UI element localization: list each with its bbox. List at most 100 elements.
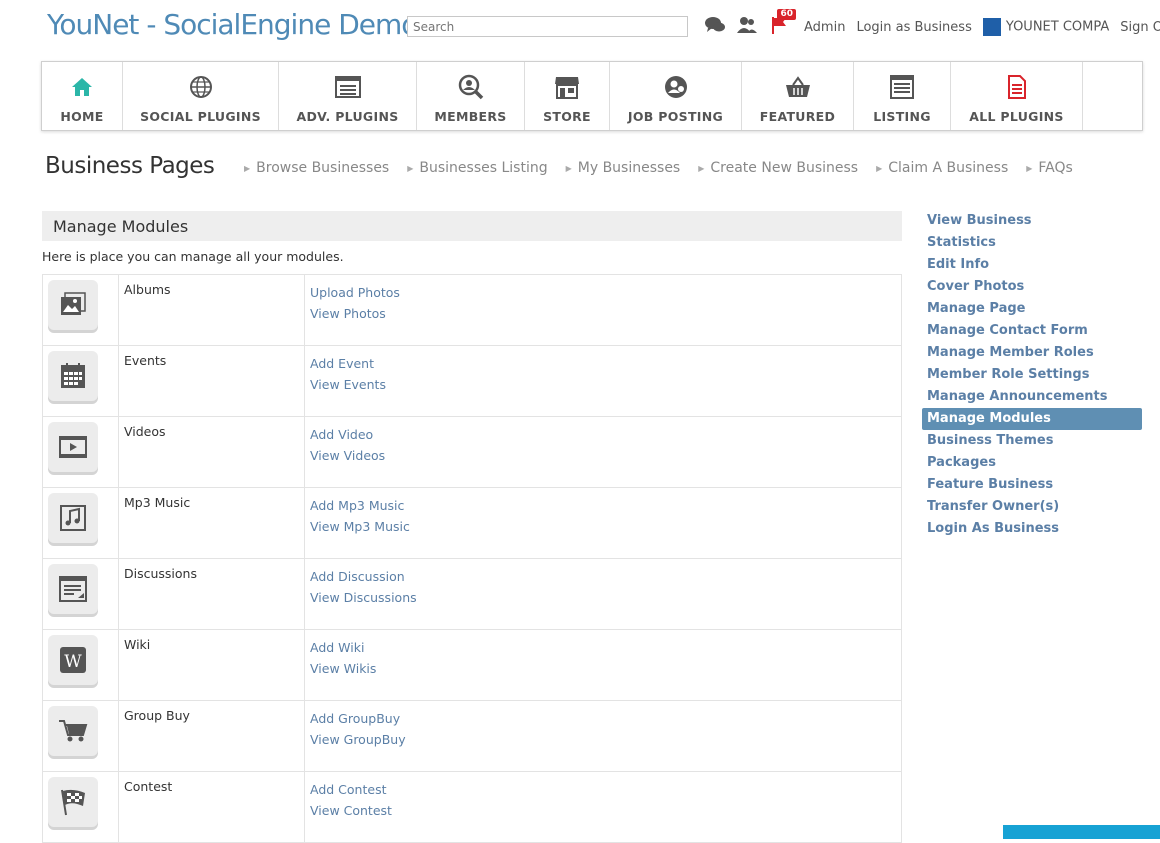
discussion-icon [48, 564, 98, 614]
sidebar-item-manage-announcements[interactable]: Manage Announcements [922, 386, 1142, 408]
module-row-group-buy: Group Buy Add GroupBuy View GroupBuy [42, 700, 902, 772]
sidebar-item-manage-modules[interactable]: Manage Modules [922, 408, 1142, 430]
add-event-link[interactable]: Add Event [310, 353, 896, 374]
nav-listing[interactable]: LISTING [854, 62, 951, 130]
view-contest-link[interactable]: View Contest [310, 800, 896, 821]
arrow-right-icon: ▶ [565, 163, 572, 173]
arrow-right-icon: ▶ [407, 163, 414, 173]
nav-all-plugins[interactable]: ALL PLUGINS [951, 62, 1083, 130]
subnav-browse-businesses[interactable]: ▶ Browse Businesses [244, 160, 389, 176]
sidebar-item-manage-page[interactable]: Manage Page [922, 298, 1142, 320]
chat-tab[interactable] [1003, 825, 1160, 839]
globe-icon [188, 74, 214, 100]
view-discussions-link[interactable]: View Discussions [310, 587, 896, 608]
sidebar-item-business-themes[interactable]: Business Themes [922, 430, 1142, 452]
login-as-business-link[interactable]: Login as Business [856, 20, 971, 35]
add-video-link[interactable]: Add Video [310, 424, 896, 445]
arrow-right-icon: ▶ [698, 163, 705, 173]
store-icon [554, 74, 580, 100]
module-name: Mp3 Music [118, 487, 305, 559]
video-icon [48, 422, 98, 472]
search-input[interactable] [407, 16, 688, 37]
sidebar-item-manage-member-roles[interactable]: Manage Member Roles [922, 342, 1142, 364]
business-subnav: ▶ Browse Businesses ▶ Businesses Listing ▶… [244, 160, 1091, 176]
module-name: Videos [118, 416, 305, 488]
sidebar-item-view-business[interactable]: View Business [922, 210, 1142, 232]
nav-store[interactable]: STORE [525, 62, 610, 130]
add-discussion-link[interactable]: Add Discussion [310, 566, 896, 587]
nav-adv-plugins[interactable]: ADV. PLUGINS [279, 62, 417, 130]
company-link[interactable]: YOUNET COMPA [982, 18, 1109, 36]
module-row-discussions: Discussions Add Discussion View Discussio… [42, 558, 902, 630]
module-name: Events [118, 345, 305, 417]
module-name: Discussions [118, 558, 305, 630]
account-links: Admin Login as Business YOUNET COMPA Sig… [804, 18, 1160, 36]
sidebar-item-manage-contact-form[interactable]: Manage Contact Form [922, 320, 1142, 342]
module-row-events: Events Add Event View Events [42, 345, 902, 417]
admin-link[interactable]: Admin [804, 20, 845, 35]
top-icons: 60 [704, 9, 796, 36]
view-events-link[interactable]: View Events [310, 374, 896, 395]
calendar-icon [48, 351, 98, 401]
panel-description: Here is place you can manage all your mo… [42, 249, 344, 264]
sidebar-item-transfer-owners[interactable]: Transfer Owner(s) [922, 496, 1142, 518]
module-row-contest: Contest Add Contest View Contest [42, 771, 902, 843]
subnav-my-businesses[interactable]: ▶ My Businesses [566, 160, 681, 176]
members-search-icon [458, 74, 484, 100]
arrow-right-icon: ▶ [244, 163, 251, 173]
listing-icon [889, 74, 915, 100]
add-groupbuy-link[interactable]: Add GroupBuy [310, 708, 896, 729]
cart-icon [48, 706, 98, 756]
music-icon [48, 493, 98, 543]
window-icon [334, 74, 361, 100]
nav-members[interactable]: MEMBERS [417, 62, 525, 130]
module-name: Group Buy [118, 700, 305, 772]
nav-home[interactable]: HOME [42, 62, 123, 130]
add-mp3-music-link[interactable]: Add Mp3 Music [310, 495, 896, 516]
add-contest-link[interactable]: Add Contest [310, 779, 896, 800]
view-wikis-link[interactable]: View Wikis [310, 658, 896, 679]
friends-icon[interactable] [736, 14, 758, 36]
subnav-claim-a-business[interactable]: ▶ Claim A Business [876, 160, 1008, 176]
subnav-businesses-listing[interactable]: ▶ Businesses Listing [407, 160, 547, 176]
sidebar-item-packages[interactable]: Packages [922, 452, 1142, 474]
nav-job-posting[interactable]: JOB POSTING [610, 62, 742, 130]
chat-icon[interactable] [704, 14, 726, 36]
add-wiki-link[interactable]: Add Wiki [310, 637, 896, 658]
module-name: Wiki [118, 629, 305, 701]
view-videos-link[interactable]: View Videos [310, 445, 896, 466]
home-icon [69, 74, 95, 100]
view-mp3-music-link[interactable]: View Mp3 Music [310, 516, 896, 537]
sidebar-item-member-role-settings[interactable]: Member Role Settings [922, 364, 1142, 386]
subnav-faqs[interactable]: ▶ FAQs [1026, 160, 1073, 176]
sidebar-item-login-as-business[interactable]: Login As Business [922, 518, 1142, 540]
view-groupbuy-link[interactable]: View GroupBuy [310, 729, 896, 750]
sidebar-item-edit-info[interactable]: Edit Info [922, 254, 1142, 276]
view-photos-link[interactable]: View Photos [310, 303, 896, 324]
sidebar-item-feature-business[interactable]: Feature Business [922, 474, 1142, 496]
document-icon [1004, 74, 1030, 100]
notification-badge: 60 [777, 9, 796, 20]
basket-icon [785, 74, 811, 100]
arrow-right-icon: ▶ [876, 163, 883, 173]
job-icon [663, 74, 689, 100]
module-name: Contest [118, 771, 305, 843]
notification-flag-icon[interactable]: 60 [768, 9, 796, 36]
main-nav: HOME SOCIAL PLUGINS ADV. PLUGINS MEMBERS… [41, 61, 1143, 131]
business-sidebar-menu: View Business Statistics Edit Info Cover… [922, 210, 1142, 540]
flag-icon [48, 777, 98, 827]
nav-featured[interactable]: FEATURED [742, 62, 854, 130]
sign-out-link[interactable]: Sign Out [1120, 20, 1160, 35]
sidebar-item-statistics[interactable]: Statistics [922, 232, 1142, 254]
upload-photos-link[interactable]: Upload Photos [310, 282, 896, 303]
module-row-mp3-music: Mp3 Music Add Mp3 Music View Mp3 Music [42, 487, 902, 559]
sidebar-item-cover-photos[interactable]: Cover Photos [922, 276, 1142, 298]
subnav-create-new-business[interactable]: ▶ Create New Business [698, 160, 858, 176]
page-title: Business Pages [45, 153, 215, 179]
module-row-videos: Videos Add Video View Videos [42, 416, 902, 488]
module-name: Albums [118, 274, 305, 346]
panel-title: Manage Modules [42, 211, 902, 241]
wiki-icon: W [48, 635, 98, 685]
nav-social-plugins[interactable]: SOCIAL PLUGINS [123, 62, 279, 130]
site-title[interactable]: YouNet - SocialEngine Demo [47, 8, 418, 41]
